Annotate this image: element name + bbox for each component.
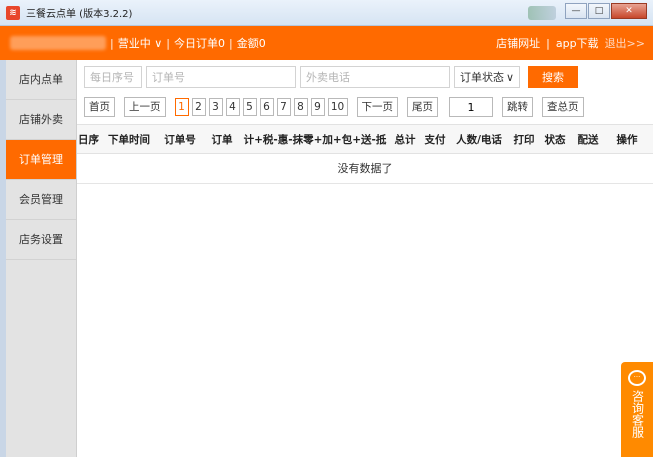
consult-service-label: 咨询客服: [630, 390, 645, 438]
page-number-3[interactable]: 3: [208, 98, 223, 116]
divider: |: [546, 36, 550, 50]
col-order-number: 订单号: [164, 133, 196, 146]
main-panel: 订单状态 ∨ 搜索 首页 上一页 1 2 3 4 5 6 7 8 9 10 下一…: [77, 60, 653, 457]
col-actions: 操作: [616, 133, 638, 146]
page-number-2[interactable]: 2: [191, 98, 206, 116]
total-pages-button[interactable]: 查总页: [542, 97, 584, 117]
business-status-dropdown[interactable]: 营业中 ∨: [118, 35, 163, 51]
chat-bubble-icon: ···: [628, 370, 646, 386]
col-total: 总计: [394, 133, 416, 146]
shop-url-link[interactable]: 店铺网址: [496, 35, 540, 51]
order-status-label: 订单状态: [460, 71, 504, 84]
table-empty-message: 没有数据了: [77, 154, 653, 184]
today-amount: 金额0: [236, 37, 266, 50]
sidebar-item-instore-order[interactable]: 店内点单: [6, 60, 76, 100]
page-number-4[interactable]: 4: [225, 98, 240, 116]
col-order-time: 下单时间: [108, 133, 150, 146]
divider: |: [166, 36, 170, 50]
jump-button[interactable]: 跳转: [502, 97, 533, 117]
col-people-phone: 人数/电话: [456, 133, 502, 146]
prev-page-button[interactable]: 上一页: [124, 97, 166, 117]
today-orders-count: 今日订单0: [174, 37, 225, 50]
window-controls: — □ ✕: [565, 3, 647, 19]
col-delivery: 配送: [577, 133, 599, 146]
app-logo-icon: ≋: [6, 5, 20, 20]
takeout-phone-input[interactable]: [300, 66, 450, 88]
col-print: 打印: [513, 133, 535, 146]
search-button[interactable]: 搜索: [528, 66, 578, 88]
top-header-bar: | 营业中 ∨ | 今日订单0 | 金额0 店铺网址 | app下载 退出>>: [0, 26, 653, 60]
col-status: 状态: [544, 133, 566, 146]
sidebar: 店内点单 店铺外卖 订单管理 会员管理 店务设置: [6, 60, 77, 457]
blurred-status-icon: [528, 6, 556, 20]
maximize-icon[interactable]: □: [588, 3, 610, 19]
app-download-link[interactable]: app下载: [556, 35, 599, 51]
sidebar-item-member-management[interactable]: 会员管理: [6, 180, 76, 220]
col-day-seq: 日序: [78, 133, 99, 146]
divider: |: [110, 36, 114, 50]
col-price-formula: 计+税-惠-抹零+加+包+送-抵: [243, 133, 387, 146]
page-number-10[interactable]: 10: [327, 98, 348, 116]
page-number-7[interactable]: 7: [276, 98, 291, 116]
sidebar-item-takeout[interactable]: 店铺外卖: [6, 100, 76, 140]
first-page-button[interactable]: 首页: [84, 97, 115, 117]
divider: |: [229, 36, 233, 50]
page-number-1[interactable]: 1: [174, 98, 189, 116]
topbar-links: 店铺网址 | app下载 退出>>: [496, 26, 645, 60]
minimize-icon[interactable]: —: [565, 3, 587, 19]
last-page-button[interactable]: 尾页: [407, 97, 438, 117]
order-table-header: 日序 下单时间 订单号 订单 计+税-惠-抹零+加+包+送-抵 总计 支付 人数…: [77, 124, 653, 154]
order-status-select[interactable]: 订单状态 ∨: [454, 66, 520, 88]
order-number-input[interactable]: [146, 66, 296, 88]
pagination: 首页 上一页 1 2 3 4 5 6 7 8 9 10 下一页 尾页 跳转 查总…: [84, 97, 584, 117]
daily-number-input[interactable]: [84, 66, 142, 88]
logout-link[interactable]: 退出>>: [605, 35, 645, 51]
next-page-button[interactable]: 下一页: [356, 97, 398, 117]
col-payment: 支付: [424, 133, 446, 146]
search-row: 订单状态 ∨ 搜索: [84, 66, 578, 88]
page-number-6[interactable]: 6: [259, 98, 274, 116]
close-icon[interactable]: ✕: [611, 3, 647, 19]
page-number-input[interactable]: [449, 97, 493, 117]
chevron-down-icon: ∨: [154, 37, 163, 50]
sidebar-item-order-management[interactable]: 订单管理: [6, 140, 76, 180]
page-number-8[interactable]: 8: [293, 98, 308, 116]
window-title: 三餐云点单 (版本3.2.2): [26, 9, 133, 20]
page-number-5[interactable]: 5: [242, 98, 257, 116]
store-name-blurred: [10, 36, 106, 50]
business-status-label: 营业中: [117, 37, 151, 50]
window-titlebar: ≋ 三餐云点单 (版本3.2.2) — □ ✕: [0, 0, 653, 26]
sidebar-item-store-settings[interactable]: 店务设置: [6, 220, 76, 260]
col-order: 订单: [211, 133, 233, 146]
consult-service-button[interactable]: ··· 咨询客服: [621, 362, 653, 457]
chevron-down-icon: ∨: [505, 70, 514, 84]
page-number-9[interactable]: 9: [310, 98, 325, 116]
